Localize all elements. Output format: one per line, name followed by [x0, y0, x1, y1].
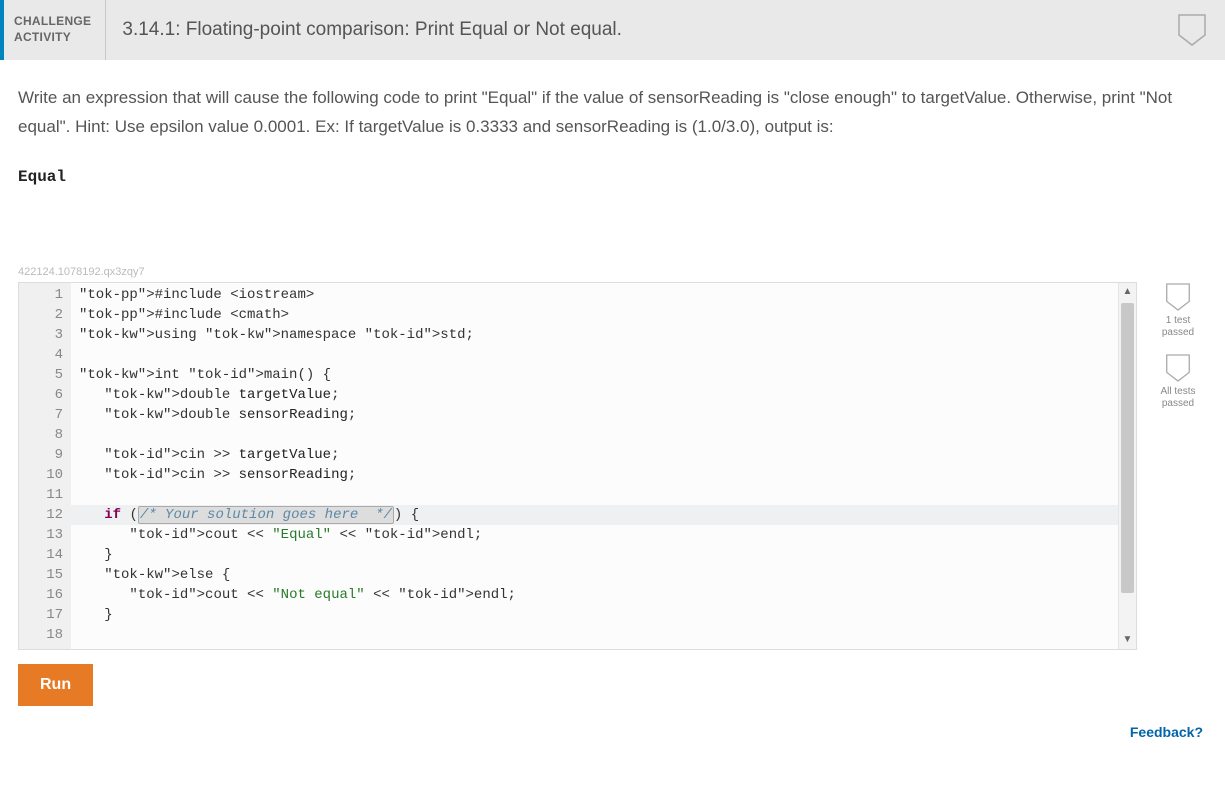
- challenge-label-line2: ACTIVITY: [14, 30, 71, 44]
- example-output: Equal: [0, 150, 1225, 186]
- run-row: Run: [0, 650, 1225, 706]
- badge-one-test: 1 test passed: [1153, 282, 1203, 339]
- code-editor[interactable]: 123456789101112131415161718 "tok-pp">#in…: [18, 282, 1137, 650]
- badge-all-tests-label: All tests passed: [1153, 386, 1203, 410]
- shield-icon: [1165, 353, 1191, 383]
- code-line[interactable]: "tok-pp">#include <cmath>: [71, 305, 1118, 325]
- code-line[interactable]: }: [71, 605, 1118, 625]
- badges-column: 1 test passed All tests passed: [1149, 282, 1207, 420]
- scroll-down-icon[interactable]: ▼: [1119, 631, 1136, 649]
- code-line[interactable]: }: [71, 545, 1118, 565]
- code-line[interactable]: "tok-kw">int "tok-id">main() {: [71, 365, 1118, 385]
- code-area[interactable]: "tok-pp">#include <iostream>"tok-pp">#in…: [71, 285, 1118, 649]
- code-line[interactable]: "tok-kw">using "tok-kw">namespace "tok-i…: [71, 325, 1118, 345]
- shield-icon: [1177, 13, 1207, 47]
- code-line[interactable]: if (/* Your solution goes here */) {: [71, 505, 1118, 525]
- challenge-label: CHALLENGE ACTIVITY: [4, 0, 106, 60]
- code-line[interactable]: [71, 425, 1118, 445]
- challenge-label-line1: CHALLENGE: [14, 14, 91, 28]
- editor-scrollbar[interactable]: ▲ ▼: [1118, 283, 1136, 649]
- run-button[interactable]: Run: [18, 664, 93, 706]
- code-line[interactable]: "tok-kw">double targetValue;: [71, 385, 1118, 405]
- shield-icon: [1165, 282, 1191, 312]
- workspace: 123456789101112131415161718 "tok-pp">#in…: [0, 282, 1225, 650]
- scroll-thumb[interactable]: [1121, 303, 1134, 593]
- code-line[interactable]: [71, 485, 1118, 505]
- line-gutter: 123456789101112131415161718: [19, 283, 71, 649]
- header-progress-badge: [1159, 0, 1225, 60]
- code-line[interactable]: "tok-id">cout << "Not equal" << "tok-id"…: [71, 585, 1118, 605]
- challenge-header: CHALLENGE ACTIVITY 3.14.1: Floating-poin…: [0, 0, 1225, 60]
- feedback-link[interactable]: Feedback?: [1130, 724, 1203, 740]
- code-line[interactable]: [71, 625, 1118, 645]
- challenge-description: Write an expression that will cause the …: [0, 60, 1225, 150]
- code-line[interactable]: "tok-pp">#include <iostream>: [71, 285, 1118, 305]
- hash-id: 422124.1078192.qx3zqy7: [0, 186, 1225, 282]
- code-line[interactable]: "tok-id">cout << "Equal" << "tok-id">end…: [71, 525, 1118, 545]
- code-line[interactable]: [71, 345, 1118, 365]
- badge-one-test-label: 1 test passed: [1153, 315, 1203, 339]
- scroll-up-icon[interactable]: ▲: [1119, 283, 1136, 301]
- code-line[interactable]: "tok-id">cin >> sensorReading;: [71, 465, 1118, 485]
- badge-all-tests: All tests passed: [1153, 353, 1203, 410]
- code-line[interactable]: "tok-id">cin >> targetValue;: [71, 445, 1118, 465]
- description-text: Write an expression that will cause the …: [18, 84, 1207, 142]
- challenge-title: 3.14.1: Floating-point comparison: Print…: [106, 0, 1159, 60]
- feedback-row: Feedback?: [0, 706, 1225, 744]
- code-line[interactable]: "tok-kw">double sensorReading;: [71, 405, 1118, 425]
- code-line[interactable]: "tok-kw">else {: [71, 565, 1118, 585]
